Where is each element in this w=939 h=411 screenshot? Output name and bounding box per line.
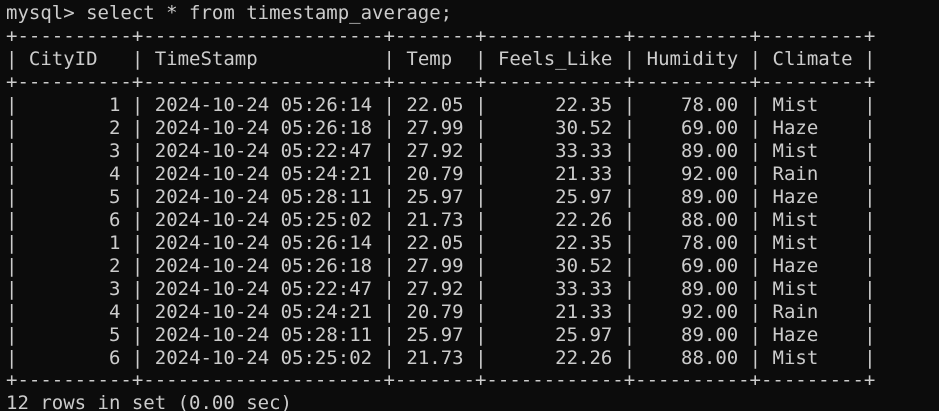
cell-temp: 27.92 [406,140,464,162]
mysql-prompt: mysql> [6,2,87,24]
cell-timestamp: 2024-10-24 05:24:21 [154,163,373,185]
cell-feels_like: 22.26 [555,347,613,369]
table-border-bottom: +----------+---------------------+------… [6,369,876,391]
table-row: | 3 | 2024-10-24 05:22:47 | 27.92 | 33.3… [6,278,876,300]
table-row: | 1 | 2024-10-24 05:26:14 | 22.05 | 22.3… [6,94,876,116]
result-summary: 12 rows in set (0.00 sec) [6,392,292,411]
cell-humidity: 89.00 [681,278,739,300]
cell-feels_like: 21.33 [555,301,613,323]
cell-humidity: 89.00 [681,140,739,162]
cell-timestamp: 2024-10-24 05:25:02 [154,347,373,369]
column-header-temp: Temp [406,48,453,70]
cell-humidity: 78.00 [681,94,739,116]
cell-temp: 20.79 [406,301,464,323]
cell-timestamp: 2024-10-24 05:26:14 [154,232,373,254]
cell-temp: 27.99 [406,117,464,139]
command-line: mysql> select * from timestamp_average; [6,2,452,25]
cell-humidity: 78.00 [681,232,739,254]
cell-temp: 25.97 [406,186,464,208]
table-row: | 6 | 2024-10-24 05:25:02 | 21.73 | 22.2… [6,347,876,369]
cell-cityid: 5 [108,186,121,208]
cell-humidity: 88.00 [681,209,739,231]
cell-climate: Mist [772,209,819,231]
cell-climate: Haze [772,324,819,346]
cell-timestamp: 2024-10-24 05:28:11 [154,324,373,346]
cell-timestamp: 2024-10-24 05:28:11 [154,186,373,208]
column-header-climate: Climate [772,48,853,70]
cell-climate: Mist [772,94,819,116]
table-row: | 1 | 2024-10-24 05:26:14 | 22.05 | 22.3… [6,232,876,254]
cell-timestamp: 2024-10-24 05:25:02 [154,209,373,231]
cell-temp: 21.73 [406,209,464,231]
cell-climate: Mist [772,232,819,254]
cell-climate: Rain [772,163,819,185]
cell-climate: Mist [772,347,819,369]
cell-cityid: 1 [108,94,121,116]
cell-feels_like: 22.35 [555,94,613,116]
cell-climate: Haze [772,117,819,139]
table-header-row: | CityID | TimeStamp | Temp | Feels_Like… [6,48,876,70]
column-header-timestamp: TimeStamp [154,48,258,70]
cell-timestamp: 2024-10-24 05:26:18 [154,117,373,139]
cell-temp: 27.92 [406,278,464,300]
cell-cityid: 2 [108,255,121,277]
cell-timestamp: 2024-10-24 05:26:18 [154,255,373,277]
cell-climate: Haze [772,255,819,277]
cell-temp: 20.79 [406,163,464,185]
table-row: | 4 | 2024-10-24 05:24:21 | 20.79 | 21.3… [6,301,876,323]
cell-temp: 21.73 [406,347,464,369]
cell-feels_like: 33.33 [555,278,613,300]
cell-humidity: 88.00 [681,347,739,369]
cell-timestamp: 2024-10-24 05:24:21 [154,301,373,323]
cell-temp: 25.97 [406,324,464,346]
cell-temp: 22.05 [406,232,464,254]
cell-climate: Rain [772,301,819,323]
cell-timestamp: 2024-10-24 05:22:47 [154,140,373,162]
cell-cityid: 3 [108,278,121,300]
column-header-humidity: Humidity [646,48,739,70]
table-row: | 6 | 2024-10-24 05:25:02 | 21.73 | 22.2… [6,209,876,231]
cell-temp: 27.99 [406,255,464,277]
sql-command: select * from timestamp_average; [86,2,453,24]
cell-timestamp: 2024-10-24 05:22:47 [154,278,373,300]
cell-humidity: 89.00 [681,186,739,208]
cell-cityid: 3 [108,140,121,162]
cell-humidity: 69.00 [681,255,739,277]
cell-cityid: 6 [108,347,121,369]
cell-feels_like: 30.52 [555,255,613,277]
cell-temp: 22.05 [406,94,464,116]
cell-cityid: 4 [108,163,121,185]
cell-humidity: 92.00 [681,301,739,323]
cell-cityid: 4 [108,301,121,323]
cell-humidity: 69.00 [681,117,739,139]
cell-cityid: 2 [108,117,121,139]
column-header-feels_like: Feels_Like [497,48,613,70]
table-row: | 2 | 2024-10-24 05:26:18 | 27.99 | 30.5… [6,255,876,277]
table-row: | 5 | 2024-10-24 05:28:11 | 25.97 | 25.9… [6,324,876,346]
cell-humidity: 92.00 [681,163,739,185]
cell-feels_like: 33.33 [555,140,613,162]
table-border-top: +----------+---------------------+------… [6,25,876,47]
cell-timestamp: 2024-10-24 05:26:14 [154,94,373,116]
cell-humidity: 89.00 [681,324,739,346]
cell-climate: Mist [772,278,819,300]
cell-climate: Mist [772,140,819,162]
cell-feels_like: 30.52 [555,117,613,139]
cell-feels_like: 21.33 [555,163,613,185]
cell-cityid: 1 [108,232,121,254]
cell-feels_like: 22.26 [555,209,613,231]
table-row: | 3 | 2024-10-24 05:22:47 | 27.92 | 33.3… [6,140,876,162]
cell-climate: Haze [772,186,819,208]
cell-feels_like: 25.97 [555,186,613,208]
cell-cityid: 5 [108,324,121,346]
cell-feels_like: 25.97 [555,324,613,346]
column-header-cityid: CityID [28,48,98,70]
table-border-header: +----------+---------------------+------… [6,71,876,93]
table-row: | 5 | 2024-10-24 05:28:11 | 25.97 | 25.9… [6,186,876,208]
cell-feels_like: 22.35 [555,232,613,254]
table-row: | 4 | 2024-10-24 05:24:21 | 20.79 | 21.3… [6,163,876,185]
table-row: | 2 | 2024-10-24 05:26:18 | 27.99 | 30.5… [6,117,876,139]
terminal-window[interactable]: mysql> select * from timestamp_average; … [0,0,939,411]
cell-cityid: 6 [108,209,121,231]
